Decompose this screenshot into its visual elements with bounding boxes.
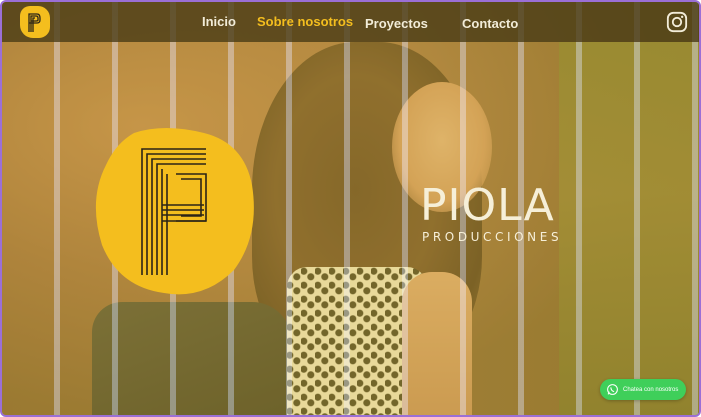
- nav-link-sobre-nosotros[interactable]: Sobre nosotros: [257, 14, 353, 29]
- instagram-icon[interactable]: [666, 11, 688, 33]
- brand-logo-graphic: [95, 128, 254, 295]
- nav-link-proyectos[interactable]: Proyectos: [365, 16, 428, 31]
- nav-link-inicio[interactable]: Inicio: [202, 14, 236, 29]
- nav-link-contacto[interactable]: Contacto: [462, 16, 518, 31]
- whatsapp-chat-button[interactable]: Chatea con nosotros: [600, 379, 686, 400]
- top-navbar: Inicio Sobre nosotros Proyectos Contacto: [2, 2, 699, 42]
- chat-button-label: Chatea con nosotros: [623, 386, 679, 393]
- page-frame: Inicio Sobre nosotros Proyectos Contacto: [0, 0, 701, 417]
- brand-subtitle: PRODUCCIONES: [422, 230, 563, 244]
- whatsapp-icon: [607, 384, 618, 395]
- logo-icon: [28, 13, 41, 32]
- brand-title: PIOLA: [420, 180, 555, 231]
- logo-link[interactable]: [20, 6, 50, 38]
